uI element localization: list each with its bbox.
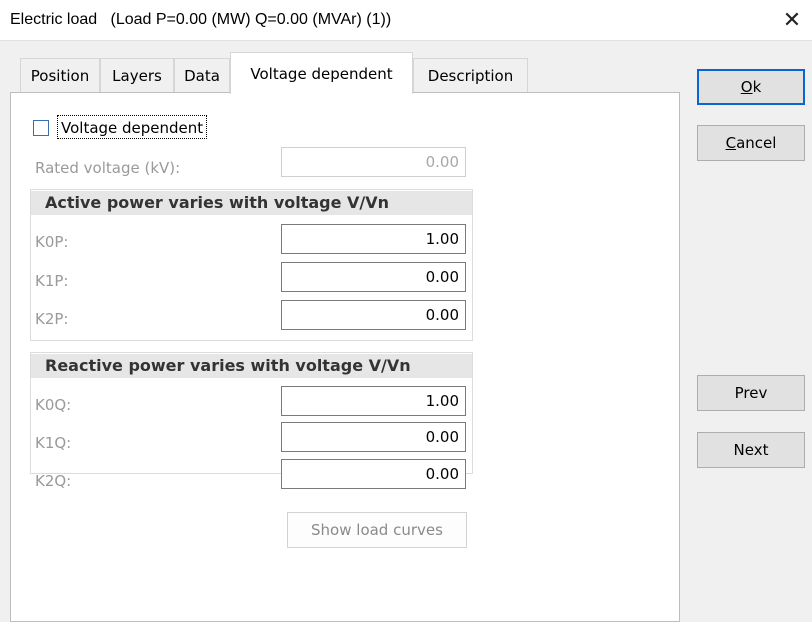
k0q-label: K0Q:	[35, 396, 72, 414]
k1q-field[interactable]: 0.00	[281, 422, 466, 452]
k2q-label: K2Q:	[35, 472, 72, 490]
cancel-label-rest: ancel	[736, 134, 777, 152]
k1p-label: K1P:	[35, 272, 69, 290]
reactive-power-header: Reactive power varies with voltage V/Vn	[31, 354, 472, 378]
cancel-button[interactable]: Cancel	[697, 125, 805, 161]
k1p-field[interactable]: 0.00	[281, 262, 466, 292]
window-title: Electric load (Load P=0.00 (MW) Q=0.00 (…	[10, 11, 392, 28]
k0p-field[interactable]: 1.00	[281, 224, 466, 254]
close-icon[interactable]: ✕	[772, 0, 812, 40]
cancel-mnemonic: C	[725, 134, 737, 152]
k2p-label: K2P:	[35, 310, 69, 328]
active-power-header: Active power varies with voltage V/Vn	[31, 191, 472, 215]
tab-data[interactable]: Data	[174, 58, 230, 92]
tab-layers[interactable]: Layers	[100, 58, 174, 92]
tab-description[interactable]: Description	[413, 58, 528, 92]
ok-button[interactable]: Ok	[697, 69, 805, 105]
show-load-curves-button[interactable]: Show load curves	[287, 512, 467, 548]
rated-voltage-label: Rated voltage (kV):	[35, 159, 181, 177]
k0q-field[interactable]: 1.00	[281, 386, 466, 416]
voltage-dependent-checkbox[interactable]	[33, 120, 49, 136]
k2q-field[interactable]: 0.00	[281, 459, 466, 489]
ok-label-rest: k	[752, 78, 762, 96]
tab-position[interactable]: Position	[20, 58, 100, 92]
rated-voltage-field[interactable]: 0.00	[281, 147, 466, 177]
voltage-dependent-label[interactable]: Voltage dependent	[57, 115, 208, 139]
ok-mnemonic: O	[740, 78, 753, 96]
tab-voltage-dependent[interactable]: Voltage dependent	[230, 52, 413, 94]
k1q-label: K1Q:	[35, 434, 72, 452]
k0p-label: K0P:	[35, 233, 69, 251]
k2p-field[interactable]: 0.00	[281, 300, 466, 330]
title-bar: Electric load (Load P=0.00 (MW) Q=0.00 (…	[0, 0, 812, 41]
next-button[interactable]: Next	[697, 432, 805, 468]
prev-button[interactable]: Prev	[697, 375, 805, 411]
